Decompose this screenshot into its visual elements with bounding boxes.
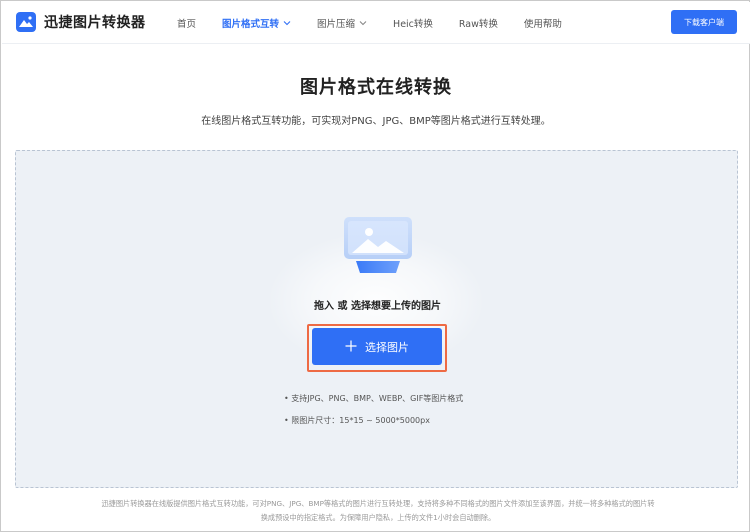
nav-label: 使用帮助 <box>523 19 562 30</box>
nav-label: 首页 <box>177 19 197 30</box>
nav-item-help[interactable]: 使用帮助 <box>524 2 562 44</box>
select-image-label: 选择图片 <box>365 340 409 354</box>
nav-label: Heic转换 <box>393 19 433 30</box>
nav-item-raw[interactable]: Raw转换 <box>459 2 498 44</box>
plus-icon <box>345 339 357 355</box>
page-title: 图片格式在线转换 <box>300 77 452 98</box>
main-nav: 首页 图片格式互转 图片压缩 Heic转换 Raw转换 使用帮助 <box>177 2 588 44</box>
nav-item-heic[interactable]: Heic转换 <box>393 2 433 44</box>
nav-label: 图片压缩 <box>317 19 356 30</box>
footer-line-1: 迅捷图片转换器在线版提供图片格式互转功能，可对PNG、JPG、BMP等格式的图片… <box>101 499 655 508</box>
nav-label: 图片格式互转 <box>222 19 280 30</box>
page-subtitle: 在线图片格式互转功能，可实现对PNG、JPG、BMP等图片格式进行互转处理。 <box>201 116 551 127</box>
select-image-button[interactable]: 选择图片 <box>312 328 442 365</box>
top-header: 迅捷图片转换器 首页 图片格式互转 图片压缩 Heic转换 Raw转换 使用帮助… <box>2 2 750 44</box>
upload-dropzone[interactable]: 拖入 或 选择想要上传的图片 选择图片 • 支持JPG、PNG、BMP、WEBP… <box>15 150 738 488</box>
footer-description: 迅捷图片转换器在线版提供图片格式互转功能，可对PNG、JPG、BMP等格式的图片… <box>45 497 711 525</box>
image-logo-icon <box>16 12 36 32</box>
nav-item-home[interactable]: 首页 <box>177 2 196 44</box>
nav-label: Raw转换 <box>458 19 498 30</box>
logo-text: 迅捷图片转换器 <box>44 15 146 31</box>
chevron-down-icon <box>283 19 291 28</box>
image-upload-icon <box>338 215 418 281</box>
upload-tips: • 支持JPG、PNG、BMP、WEBP、GIF等图片格式 • 限图片尺寸：15… <box>284 392 463 436</box>
download-client-button[interactable]: 下载客户端 <box>671 10 737 34</box>
tip-formats: • 支持JPG、PNG、BMP、WEBP、GIF等图片格式 <box>284 394 464 403</box>
app-window: 迅捷图片转换器 首页 图片格式互转 图片压缩 Heic转换 Raw转换 使用帮助… <box>0 0 750 532</box>
nav-item-format-convert[interactable]: 图片格式互转 <box>222 2 291 44</box>
chevron-down-icon <box>359 19 367 28</box>
footer-line-2: 换成预设中的指定格式。为保障用户隐私，上传的文件1小时会自动删除。 <box>260 513 496 522</box>
nav-item-compress[interactable]: 图片压缩 <box>317 2 367 44</box>
tip-size-limit: • 限图片尺寸：15*15 ~ 5000*5000px <box>284 416 430 425</box>
upload-hint: 拖入 或 选择想要上传的图片 <box>314 301 441 312</box>
logo[interactable]: 迅捷图片转换器 <box>16 12 146 32</box>
